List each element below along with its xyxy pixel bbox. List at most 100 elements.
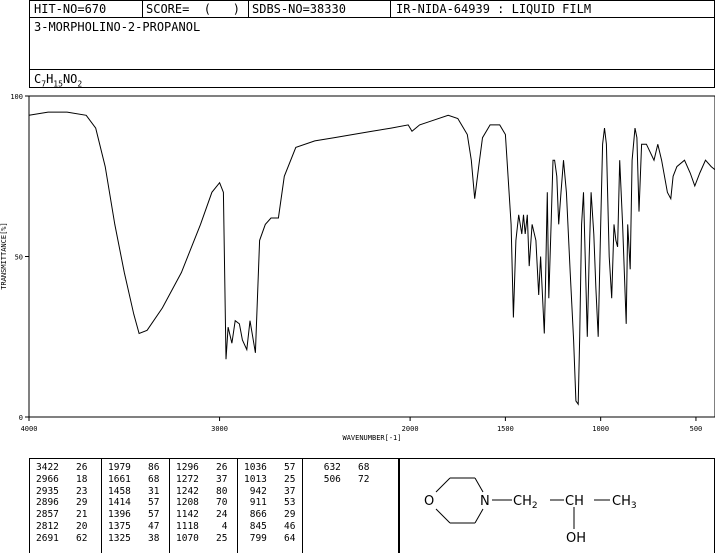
plot-area: [28, 95, 715, 418]
peak-table-divider: [237, 458, 238, 553]
peak-transmittance: 57: [130, 497, 160, 509]
x-tick-label: 1000: [592, 425, 609, 433]
x-tick-label: 500: [690, 425, 703, 433]
x-tick-label: 2000: [402, 425, 419, 433]
peak-wavenumber: 1036: [244, 462, 267, 473]
peak-entry: 845 46: [244, 521, 296, 532]
peak-transmittance: 37: [198, 473, 228, 485]
y-axis-label: TRANSMITTANCE[%]: [0, 222, 8, 289]
peak-entry: 1396 57: [108, 509, 160, 520]
peak-wavenumber: 1458: [108, 485, 131, 497]
peak-wavenumber: 1142: [176, 509, 199, 521]
group-ch2: CH2: [513, 494, 538, 511]
peak-entry: 1142 24: [176, 509, 228, 520]
atom-o-ring: O: [424, 494, 434, 509]
peak-wavenumber: 799: [244, 532, 267, 544]
group-ch: CH: [565, 494, 584, 509]
peak-entry: 1414 57: [108, 497, 160, 508]
peak-transmittance: 25: [198, 532, 228, 544]
peak-entry: 2812 20: [36, 521, 88, 532]
peak-entry: 3422 26: [36, 462, 88, 473]
peak-entry: 1296 26: [176, 462, 228, 473]
peak-transmittance: 20: [58, 521, 88, 532]
peak-transmittance: 80: [198, 485, 228, 497]
peak-wavenumber: 632: [318, 462, 341, 473]
peak-wavenumber: 2935: [36, 485, 59, 497]
peak-wavenumber: 866: [244, 509, 267, 521]
peak-entry: 799 64: [244, 533, 296, 544]
y-tick-label: 0: [19, 414, 23, 422]
peak-wavenumber: 1979: [108, 462, 131, 473]
peak-wavenumber: 1296: [176, 462, 199, 473]
peak-entry: 1458 31: [108, 486, 160, 497]
peak-transmittance: 26: [58, 462, 88, 473]
y-axis-ticks: 0 50 100: [10, 93, 29, 422]
structure-box: O N CH2 CH CH3 OH: [399, 458, 715, 553]
peak-wavenumber: 1325: [108, 532, 131, 544]
peak-entry: 1325 38: [108, 533, 160, 544]
peak-transmittance: 57: [130, 509, 160, 521]
atom-n: N: [480, 494, 490, 509]
peak-entry: 866 29: [244, 509, 296, 520]
peak-table-divider: [101, 458, 102, 553]
peak-transmittance: 29: [58, 497, 88, 509]
peak-transmittance: 70: [198, 497, 228, 509]
peak-transmittance: 53: [266, 497, 296, 509]
peak-entry: 2896 29: [36, 497, 88, 508]
spectrum-line: [28, 111, 715, 406]
peak-entry: 1375 47: [108, 521, 160, 532]
peak-wavenumber: 2812: [36, 521, 59, 532]
peak-wavenumber: 1396: [108, 509, 131, 521]
x-axis-label: WAVENUMBER[-1]: [342, 434, 401, 442]
peak-entry: 1979 86: [108, 462, 160, 473]
peak-wavenumber: 1375: [108, 521, 131, 532]
y-tick-label: 50: [15, 254, 23, 262]
peak-wavenumber: 1208: [176, 497, 199, 509]
peak-transmittance: 62: [58, 532, 88, 544]
peak-wavenumber: 1661: [108, 473, 131, 485]
peak-transmittance: 31: [130, 485, 160, 497]
peak-entry: 632 68: [318, 462, 370, 473]
peak-table-divider: [302, 458, 303, 553]
peak-entry: 1070 25: [176, 533, 228, 544]
peak-wavenumber: 1013: [244, 473, 267, 485]
peak-entry: 2691 62: [36, 533, 88, 544]
peak-wavenumber: 1414: [108, 497, 131, 509]
peak-transmittance: 68: [130, 473, 160, 485]
peak-entry: 2966 18: [36, 474, 88, 485]
peak-wavenumber: 942: [244, 485, 267, 497]
y-tick-label: 100: [10, 93, 23, 101]
peak-entry: 1661 68: [108, 474, 160, 485]
peak-wavenumber: 845: [244, 521, 267, 532]
peak-entry: 1013 25: [244, 474, 296, 485]
peak-transmittance: 47: [130, 521, 160, 532]
x-tick-label: 1500: [497, 425, 514, 433]
peak-transmittance: 37: [266, 485, 296, 497]
peak-transmittance: 86: [130, 462, 160, 473]
peak-wavenumber: 1118: [176, 521, 199, 532]
peak-wavenumber: 506: [318, 473, 341, 485]
peak-entry: 2857 21: [36, 509, 88, 520]
x-tick-label: 4000: [21, 425, 38, 433]
x-axis-ticks: 4000 3000 2000 1500 1000 500: [21, 417, 703, 433]
peak-transmittance: 29: [266, 509, 296, 521]
peak-entry: 1208 70: [176, 497, 228, 508]
peak-entry: 942 37: [244, 486, 296, 497]
peak-transmittance: 21: [58, 509, 88, 521]
peak-wavenumber: 1272: [176, 473, 199, 485]
peak-entry: 506 72: [318, 474, 370, 485]
peak-entry: 1242 80: [176, 486, 228, 497]
molecule-structure: O N CH2 CH CH3 OH: [424, 477, 637, 546]
peak-transmittance: 23: [58, 485, 88, 497]
peak-wavenumber: 1070: [176, 532, 199, 544]
peak-wavenumber: 2966: [36, 473, 59, 485]
peak-table-divider: [169, 458, 170, 553]
peak-entry: 911 53: [244, 497, 296, 508]
peak-wavenumber: 2857: [36, 509, 59, 521]
peak-wavenumber: 1242: [176, 485, 199, 497]
x-tick-label: 3000: [211, 425, 228, 433]
group-oh: OH: [566, 531, 586, 546]
peak-transmittance: 26: [198, 462, 228, 473]
peak-entry: 2935 23: [36, 486, 88, 497]
peak-wavenumber: 2691: [36, 532, 59, 544]
